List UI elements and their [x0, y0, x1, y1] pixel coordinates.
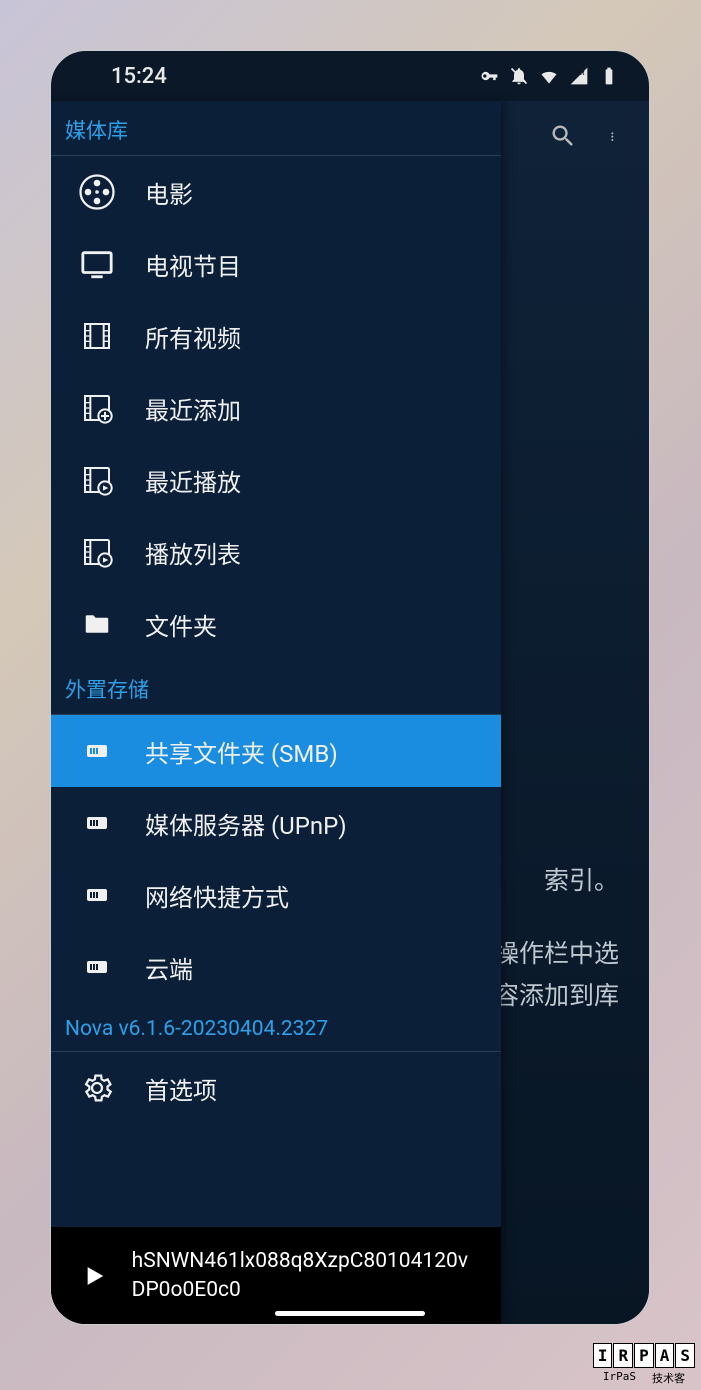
drawer-label: 电影 — [145, 175, 193, 210]
status-time: 15:24 — [111, 64, 167, 89]
drawer-label: 文件夹 — [145, 607, 217, 642]
nav-drawer: 媒体库 电影 电视节目 所有视频 最近添加 — [51, 101, 501, 1324]
wm-sub2: 技术客 — [652, 1370, 685, 1386]
wm-sub1: IrPaS — [603, 1370, 636, 1386]
now-playing-title: hSNWN461lx088q8XzpC80104120vDP0o0E0c0 — [132, 1247, 481, 1304]
drawer-label: 播放列表 — [145, 535, 241, 570]
film-icon — [77, 316, 117, 356]
section-media-library: 媒体库 — [51, 101, 501, 156]
watermark-sub: IrPaS 技术客 — [603, 1370, 685, 1386]
drawer-label: 共享文件夹 (SMB) — [145, 734, 338, 769]
drawer-item-movies[interactable]: 电影 — [51, 156, 501, 228]
gear-icon — [77, 1068, 117, 1108]
drawer-label: 最近播放 — [145, 463, 241, 498]
device-frame: 15:24 R 索引。 操作栏中选 容添加到库 媒体库 电影 — [50, 50, 650, 1325]
drawer-item-playlist[interactable]: 播放列表 — [51, 516, 501, 588]
play-icon — [81, 1259, 108, 1293]
status-right: R — [479, 66, 619, 86]
drawer-item-prefs[interactable]: 首选项 — [51, 1052, 501, 1124]
watermark: I R P A S IrPaS 技术客 — [593, 1343, 695, 1386]
drawer-label: 最近添加 — [145, 391, 241, 426]
drawer-item-all-videos[interactable]: 所有视频 — [51, 300, 501, 372]
wm-letter: R — [613, 1343, 633, 1368]
wifi-icon — [539, 66, 559, 86]
wm-letter: I — [593, 1343, 613, 1368]
wm-letter: S — [675, 1343, 695, 1368]
movie-reel-icon — [77, 172, 117, 212]
watermark-boxes: I R P A S — [593, 1343, 695, 1368]
drawer-item-cloud[interactable]: 云端 — [51, 931, 501, 1003]
more-icon[interactable] — [611, 122, 619, 150]
svg-text:R: R — [580, 68, 585, 77]
server-icon — [77, 731, 117, 771]
drawer-label: 云端 — [145, 950, 193, 985]
drawer-item-recent-add[interactable]: 最近添加 — [51, 372, 501, 444]
nav-handle[interactable] — [275, 1311, 425, 1316]
server-icon — [77, 803, 117, 843]
wm-letter: A — [655, 1343, 675, 1368]
notification-off-icon — [509, 66, 529, 86]
search-icon[interactable] — [549, 122, 577, 150]
status-bar: 15:24 R — [51, 51, 649, 101]
drawer-label: 网络快捷方式 — [145, 878, 289, 913]
section-external-storage: 外置存储 — [51, 660, 501, 715]
section-version: Nova v6.1.6-20230404.2327 — [51, 1003, 501, 1052]
server-icon — [77, 875, 117, 915]
battery-icon — [599, 66, 619, 86]
drawer-label: 媒体服务器 (UPnP) — [145, 806, 347, 841]
drawer-item-shortcut[interactable]: 网络快捷方式 — [51, 859, 501, 931]
folder-icon — [77, 604, 117, 644]
drawer-item-tv[interactable]: 电视节目 — [51, 228, 501, 300]
drawer-label: 首选项 — [145, 1071, 217, 1106]
tv-icon — [77, 244, 117, 284]
wm-letter: P — [634, 1343, 654, 1368]
drawer-label: 电视节目 — [145, 247, 241, 282]
drawer-item-recent-play[interactable]: 最近播放 — [51, 444, 501, 516]
signal-icon: R — [569, 66, 589, 86]
film-play-icon — [77, 460, 117, 500]
vpn-key-icon — [479, 66, 499, 86]
film-list-icon — [77, 532, 117, 572]
drawer-item-upnp[interactable]: 媒体服务器 (UPnP) — [51, 787, 501, 859]
drawer-item-folder[interactable]: 文件夹 — [51, 588, 501, 660]
drawer-item-smb[interactable]: 共享文件夹 (SMB) — [51, 715, 501, 787]
drawer-label: 所有视频 — [145, 319, 241, 354]
now-playing-bar[interactable]: hSNWN461lx088q8XzpC80104120vDP0o0E0c0 — [51, 1227, 501, 1324]
film-add-icon — [77, 388, 117, 428]
server-icon — [77, 947, 117, 987]
